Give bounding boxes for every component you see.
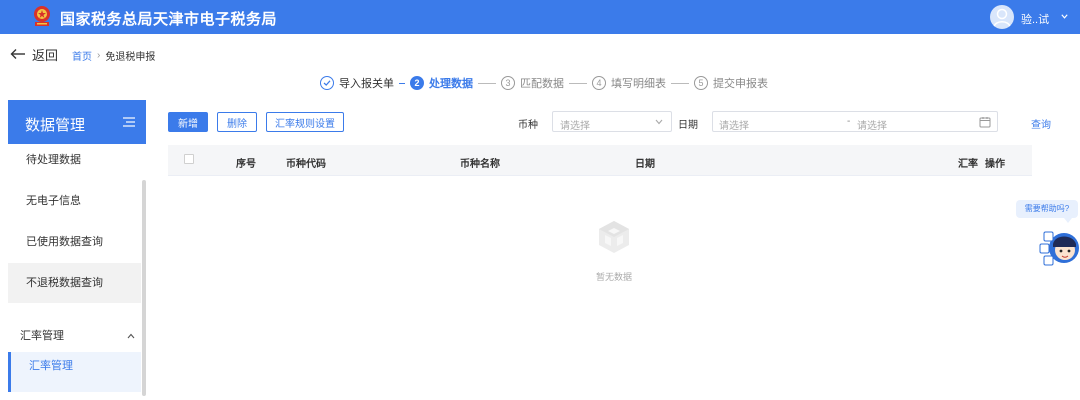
sidebar-header: 数据管理 <box>8 100 146 144</box>
sidebar-scrollbar[interactable] <box>142 180 146 396</box>
date-range-input[interactable]: 请选择 - 请选择 <box>712 111 998 132</box>
help-bubble[interactable]: 需要帮助吗? <box>1016 200 1078 223</box>
rate-rules-button[interactable]: 汇率规则设置 <box>266 112 344 132</box>
check-circle-icon <box>320 76 334 90</box>
step-label: 填写明细表 <box>611 78 666 90</box>
currency-label: 币种 <box>518 120 538 131</box>
chevron-down-icon[interactable] <box>1060 12 1069 21</box>
step-connector <box>671 82 689 84</box>
sidebar-item-non-refund-query[interactable]: 不退税数据查询 <box>8 263 141 303</box>
currency-placeholder: 请选择 <box>560 121 590 132</box>
breadcrumb: 首页 › 免退税申报 <box>72 48 155 63</box>
top-header: 国家税务总局天津市电子税务局 验..试 <box>0 0 1080 34</box>
step-number: 3 <box>501 76 515 90</box>
column-currency-code: 币种代码 <box>286 159 326 170</box>
step-number: 2 <box>410 76 424 90</box>
sidebar-item-exchange-rate[interactable]: 汇率管理 <box>8 352 141 392</box>
breadcrumb-separator: › <box>97 50 101 61</box>
date-end-placeholder: 请选择 <box>857 121 887 132</box>
step-label: 导入报关单 <box>339 78 394 90</box>
site-title: 国家税务总局天津市电子税务局 <box>60 11 278 28</box>
menu-icon[interactable] <box>123 117 135 127</box>
step-label: 提交申报表 <box>713 78 768 90</box>
national-emblem-icon <box>34 6 50 26</box>
empty-box-icon <box>599 221 629 253</box>
step-number: 4 <box>592 76 606 90</box>
currency-select[interactable]: 请选择 <box>552 111 672 132</box>
step-1: 导入报关单 <box>320 75 394 91</box>
sidebar-item-no-electronic-info[interactable]: 无电子信息 <box>8 181 141 221</box>
breadcrumb-current: 免退税申报 <box>105 52 156 63</box>
empty-state-text: 暂无数据 <box>596 272 633 282</box>
back-arrow-icon <box>10 49 25 59</box>
chevron-down-icon <box>655 119 663 125</box>
step-connector <box>399 82 405 84</box>
column-actions: 操作 <box>985 159 1005 170</box>
delete-button[interactable]: 删除 <box>217 112 257 132</box>
chevron-up-icon <box>127 333 135 339</box>
sidebar-item-pending[interactable]: 待处理数据 <box>8 140 141 180</box>
sidebar-group-label: 汇率管理 <box>20 330 64 342</box>
sidebar-title: 数据管理 <box>25 117 86 134</box>
step-number: 5 <box>694 76 708 90</box>
sidebar-item-used-data-query[interactable]: 已使用数据查询 <box>8 222 141 262</box>
step-2: 2 处理数据 <box>410 75 473 91</box>
back-button[interactable]: 返回 <box>10 46 59 63</box>
step-5: 5 提交申报表 <box>694 75 768 91</box>
step-3: 3 匹配数据 <box>501 75 564 91</box>
user-name[interactable]: 验..试 <box>1021 11 1049 27</box>
calendar-icon <box>979 117 991 128</box>
step-4: 4 填写明细表 <box>592 75 666 91</box>
progress-steps: 导入报关单 2 处理数据 3 匹配数据 4 填写明细表 5 提交申报表 <box>320 74 768 92</box>
select-all-checkbox[interactable] <box>184 154 194 164</box>
user-avatar-icon[interactable] <box>990 5 1014 29</box>
column-index: 序号 <box>236 159 256 170</box>
sidebar-group-exchange-rate[interactable]: 汇率管理 <box>8 322 141 350</box>
step-label: 匹配数据 <box>520 78 564 90</box>
step-connector <box>569 82 587 84</box>
assistant-mascot-icon[interactable] <box>1038 222 1080 270</box>
step-label: 处理数据 <box>429 78 473 90</box>
table-header: 序号 币种代码 币种名称 日期 汇率 操作 <box>168 145 1032 176</box>
column-rate: 汇率 <box>958 159 978 170</box>
date-separator: - <box>847 116 851 127</box>
column-currency-name: 币种名称 <box>460 159 500 170</box>
query-button[interactable]: 查询 <box>1031 116 1051 131</box>
column-date: 日期 <box>635 159 655 170</box>
breadcrumb-home[interactable]: 首页 <box>72 48 92 63</box>
date-label: 日期 <box>678 120 698 131</box>
step-connector <box>478 82 496 84</box>
back-label: 返回 <box>32 47 59 63</box>
add-button[interactable]: 新增 <box>168 112 208 132</box>
date-start-placeholder: 请选择 <box>719 121 749 132</box>
